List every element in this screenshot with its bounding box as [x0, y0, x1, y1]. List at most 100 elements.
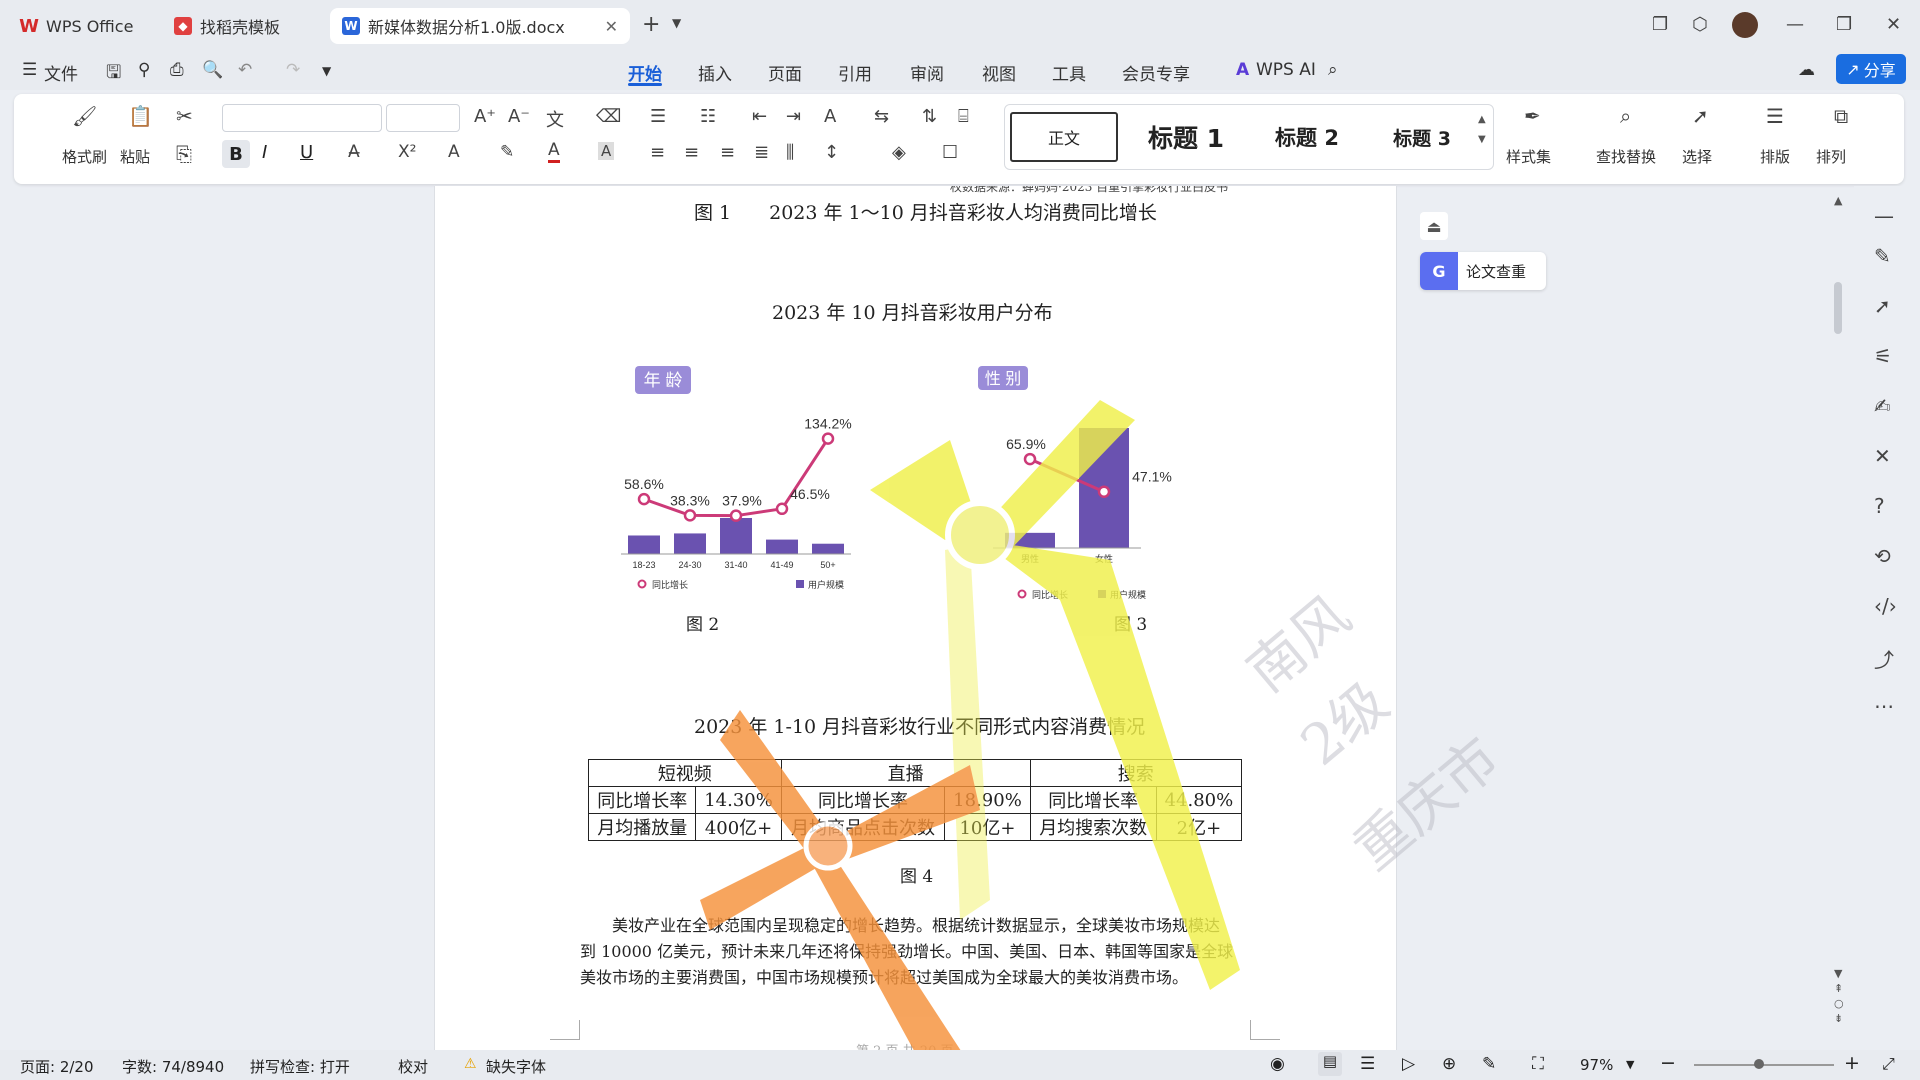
chevron-down-icon[interactable]: ▼ — [672, 16, 681, 30]
format-painter-button[interactable]: 格式刷 — [62, 146, 107, 167]
scroll-nav-icons[interactable]: ▼ ⇞ ○ ⇟ — [1834, 966, 1844, 1026]
format-icon[interactable]: ⚲ — [138, 60, 150, 80]
tab-wps-office[interactable]: W WPS Office — [8, 8, 154, 44]
menu-wps-ai[interactable]: WPS AI — [1256, 60, 1316, 80]
text-effect-icon[interactable]: A — [448, 142, 460, 162]
shrink-font-icon[interactable]: A⁻ — [508, 106, 530, 127]
share-doc-icon[interactable]: ⤴ — [1874, 644, 1894, 673]
tools-icon[interactable]: ✕ — [1874, 444, 1891, 468]
italic-button[interactable]: I — [262, 142, 267, 163]
align-right-icon[interactable]: ≡ — [720, 142, 735, 163]
char-shading-icon[interactable]: A — [598, 142, 615, 160]
undo-icon[interactable]: ↶ — [238, 60, 252, 80]
align-left-icon[interactable]: ≡ — [650, 142, 665, 163]
play-icon[interactable]: ▷ — [1402, 1054, 1415, 1074]
find-replace-button[interactable]: 查找替换 — [1596, 146, 1656, 167]
increase-indent-icon[interactable]: ⇥ — [786, 106, 801, 127]
decrease-indent-icon[interactable]: ⇤ — [752, 106, 767, 127]
phonetic-icon[interactable]: 文 — [546, 106, 564, 132]
distribute-icon[interactable]: ⫼ — [786, 142, 794, 163]
style-set-button[interactable]: 样式集 — [1506, 146, 1551, 167]
history-icon[interactable]: ⟲ — [1874, 544, 1891, 568]
style-normal[interactable]: 正文 — [1010, 112, 1118, 162]
arrange-button[interactable]: 排列 — [1816, 146, 1846, 167]
pen-icon[interactable]: ✎ — [1874, 244, 1891, 268]
zoom-slider-thumb[interactable] — [1754, 1059, 1764, 1069]
code-icon[interactable]: ‹/› — [1874, 594, 1897, 618]
superscript-icon[interactable]: X² — [398, 142, 416, 162]
help-icon[interactable]: ? — [1874, 494, 1885, 518]
zoom-in-icon[interactable]: + — [1844, 1052, 1860, 1074]
missing-font-button[interactable]: 缺失字体 — [486, 1056, 546, 1077]
sort-icon[interactable]: ⇅ — [922, 106, 937, 127]
pointer-icon[interactable]: ➚ — [1874, 294, 1891, 318]
more-icon[interactable]: ⋯ — [1874, 694, 1894, 718]
print-icon[interactable]: ⎙ — [170, 60, 184, 80]
font-family-select[interactable] — [222, 104, 382, 132]
fullscreen-icon[interactable]: ⤢ — [1882, 1054, 1895, 1074]
eye-icon[interactable]: ◉ — [1270, 1054, 1285, 1074]
bold-button[interactable]: B — [222, 140, 250, 168]
copy-icon[interactable]: ⎘ — [176, 142, 192, 166]
tab-template[interactable]: ◆ 找稻壳模板 — [162, 8, 322, 44]
menu-page[interactable]: 页面 — [768, 60, 802, 85]
highlight-icon[interactable]: ✎ — [500, 142, 514, 162]
menu-home[interactable]: 开始 — [628, 60, 662, 85]
eraser-icon[interactable]: ⌫ — [596, 106, 621, 127]
menu-tools[interactable]: 工具 — [1052, 60, 1086, 85]
bullet-list-icon[interactable]: ☰ — [650, 106, 666, 127]
line-break-icon[interactable]: ⇆ — [874, 106, 889, 127]
page-view-icon[interactable]: ▤ — [1318, 1052, 1342, 1076]
select-button[interactable]: 选择 — [1682, 146, 1712, 167]
close-window-icon[interactable]: ✕ — [1886, 14, 1901, 35]
strikethrough-icon[interactable]: A̶ — [348, 142, 360, 162]
more-chevron-icon[interactable]: ▼ — [322, 64, 331, 78]
redo-icon[interactable]: ↷ — [286, 60, 300, 80]
paste-button[interactable]: 粘贴 — [120, 146, 150, 167]
justify-icon[interactable]: ≣ — [754, 142, 769, 163]
align-center-icon[interactable]: ≡ — [684, 142, 699, 163]
page-indicator[interactable]: 页面: 2/20 — [20, 1056, 94, 1077]
layout-button[interactable]: 排版 — [1760, 146, 1790, 167]
grow-font-icon[interactable]: A⁺ — [474, 106, 496, 127]
scrollbar-thumb[interactable] — [1834, 282, 1842, 334]
zoom-out-icon[interactable]: − — [1660, 1052, 1676, 1074]
numbered-list-icon[interactable]: ☷ — [700, 106, 716, 127]
word-count[interactable]: 字数: 74/8940 — [122, 1056, 224, 1077]
close-tab-icon[interactable]: ✕ — [605, 17, 618, 36]
restore-icon[interactable]: ❐ — [1836, 14, 1852, 35]
cut-icon[interactable]: ✂ — [176, 104, 193, 128]
style-heading-1[interactable]: 标题 1 — [1128, 112, 1244, 162]
edit-icon[interactable]: ✎ — [1482, 1054, 1496, 1074]
zoom-chevron-icon[interactable]: ▼ — [1626, 1058, 1634, 1071]
cube-icon[interactable]: ⬡ — [1692, 14, 1708, 35]
zoom-level[interactable]: 97% — [1580, 1056, 1613, 1074]
fit-page-icon[interactable]: ⛶ — [1532, 1054, 1544, 1074]
tab-document[interactable]: W 新媒体数据分析1.0版.docx ✕ — [330, 8, 630, 44]
outline-view-icon[interactable]: ☰ — [1360, 1054, 1375, 1074]
menu-insert[interactable]: 插入 — [698, 60, 732, 85]
spell-check-toggle[interactable]: 拼写检查: 打开 — [250, 1056, 350, 1077]
sign-icon[interactable]: ✍ — [1874, 394, 1891, 418]
scroll-up-icon[interactable]: ▲ — [1834, 194, 1842, 207]
proofread-button[interactable]: 校对 — [398, 1056, 428, 1077]
underline-button[interactable]: U — [300, 142, 313, 163]
menu-member[interactable]: 会员专享 — [1122, 60, 1190, 85]
save-icon[interactable]: 🖫 — [106, 60, 121, 90]
cloud-sync-icon[interactable]: ☁ — [1798, 60, 1815, 80]
menu-view[interactable]: 视图 — [982, 60, 1016, 85]
thesis-check-button[interactable]: G 论文查重 — [1420, 252, 1546, 290]
zoom-slider-track[interactable] — [1694, 1064, 1834, 1066]
style-scroll-icon[interactable]: ▲ ▼ — [1478, 110, 1486, 150]
shading-icon[interactable]: ◈ — [892, 142, 906, 163]
line-spacing-icon[interactable]: ↕ — [824, 142, 839, 163]
borders-icon[interactable]: ☐ — [942, 142, 958, 163]
font-size-select[interactable] — [386, 104, 460, 132]
adjust-icon[interactable]: ⚟ — [1874, 344, 1892, 368]
new-tab-icon[interactable]: + — [642, 12, 660, 37]
avatar[interactable] — [1732, 12, 1758, 38]
menu-reference[interactable]: 引用 — [838, 60, 872, 85]
share-button[interactable]: ↗ 分享 — [1836, 54, 1906, 84]
print-preview-icon[interactable]: 🔍 — [202, 60, 223, 80]
text-direction-icon[interactable]: A — [824, 106, 836, 127]
